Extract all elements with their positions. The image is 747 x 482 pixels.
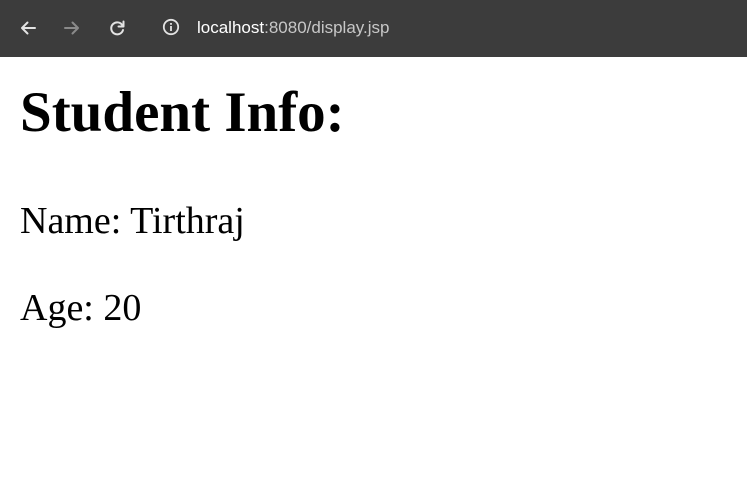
student-name: Name: Tirthraj — [20, 200, 245, 242]
url-path: :8080/display.jsp — [264, 18, 390, 37]
arrow-right-icon — [62, 18, 82, 38]
site-info-button[interactable] — [160, 18, 182, 40]
reload-icon — [107, 18, 127, 38]
reload-button[interactable] — [103, 14, 131, 42]
browser-toolbar: localhost:8080/display.jsp — [0, 0, 747, 57]
page-title: Student Info: — [20, 81, 345, 144]
info-circle-icon — [162, 18, 180, 41]
page-content: Student Info: Name: Tirthraj Age: 20 — [0, 57, 747, 482]
url-host: localhost — [197, 18, 265, 37]
student-age: Age: 20 — [20, 287, 142, 329]
forward-button[interactable] — [58, 14, 86, 42]
arrow-left-icon — [18, 18, 38, 38]
address-bar[interactable]: localhost:8080/display.jsp — [197, 17, 389, 39]
back-button[interactable] — [14, 14, 42, 42]
